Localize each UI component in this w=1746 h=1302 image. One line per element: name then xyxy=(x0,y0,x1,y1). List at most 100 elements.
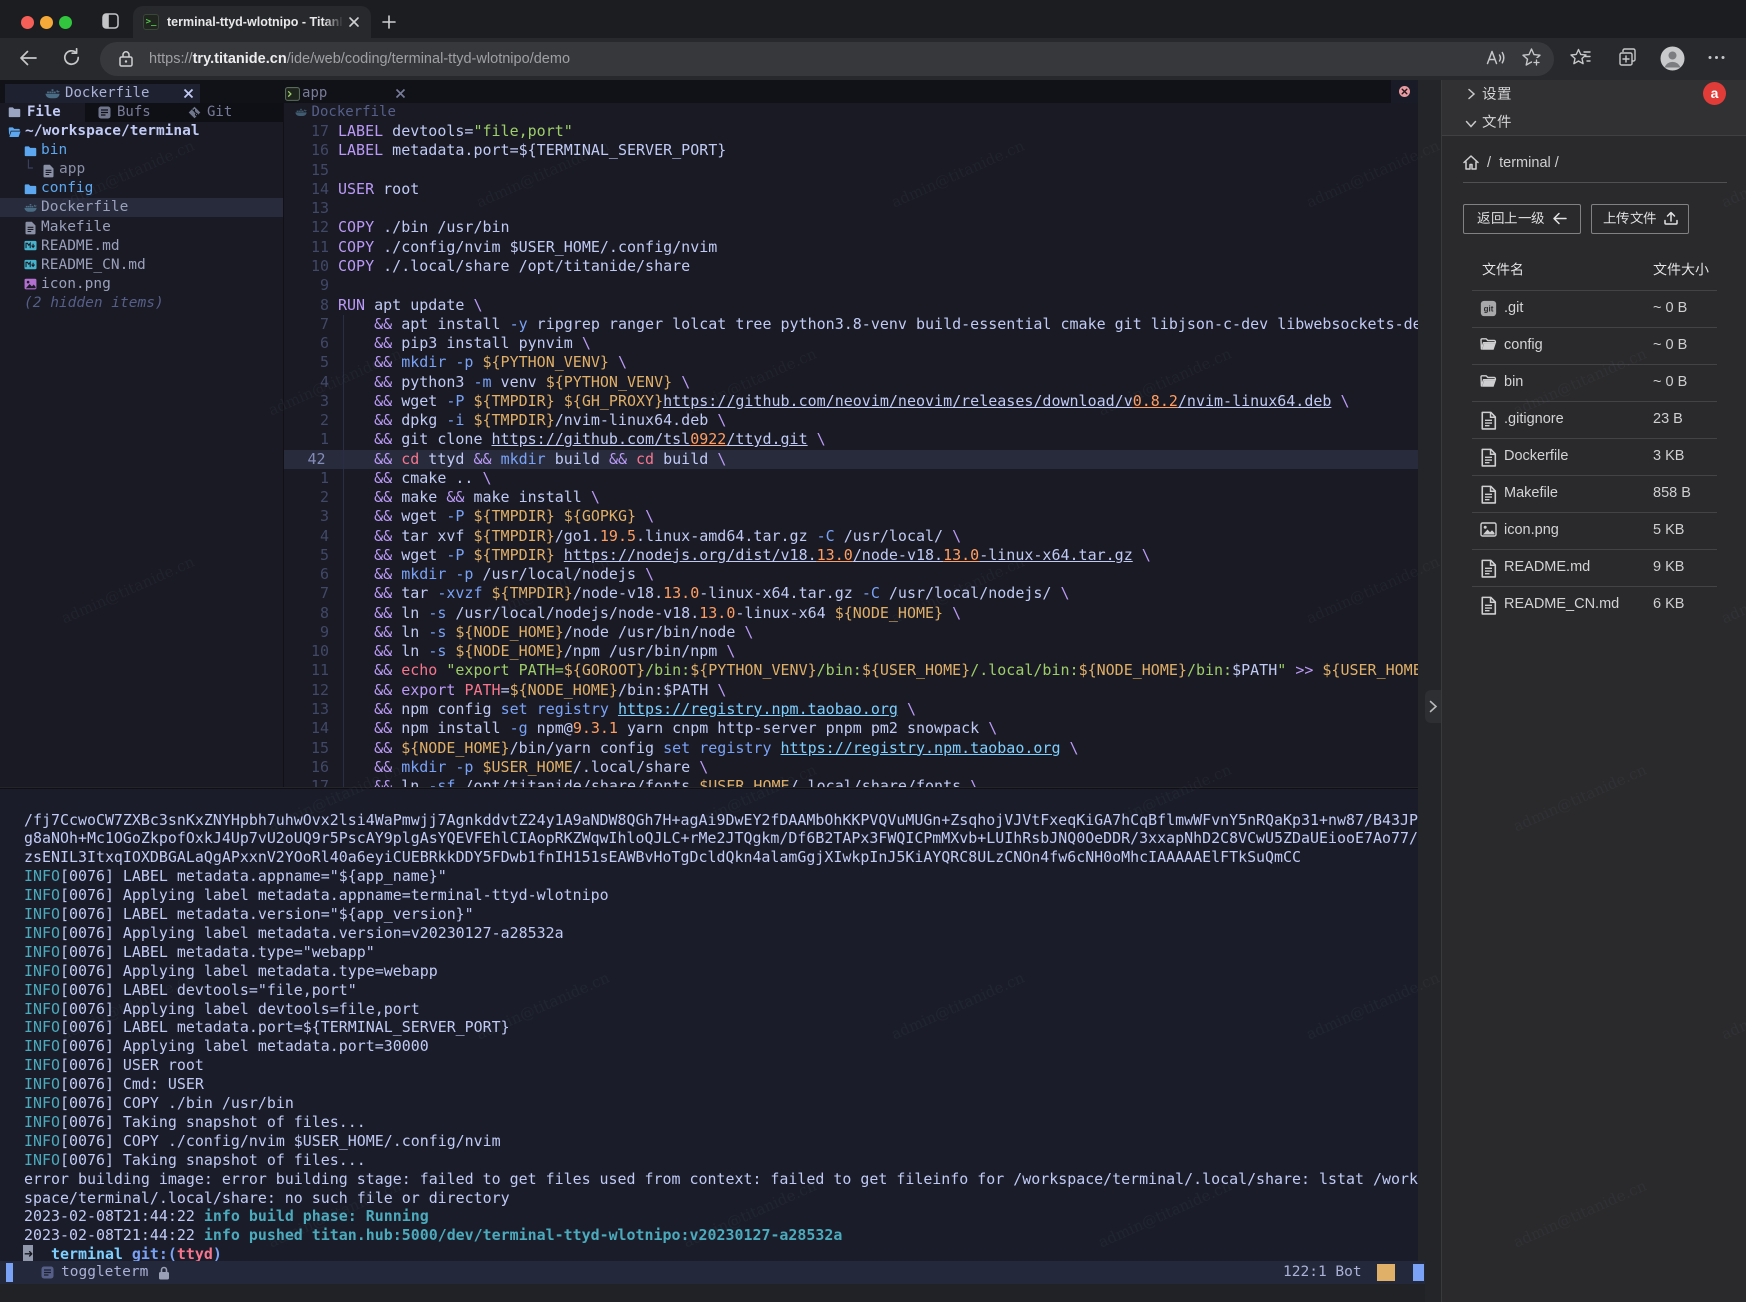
tab-close-icon[interactable] xyxy=(347,15,361,29)
line-number: 5 xyxy=(284,353,329,372)
code-line: 11 && echo "export PATH=${GOROOT}/bin:${… xyxy=(284,661,1418,680)
code-line: 14 && npm install -g npm@9.3.1 yarn cnpm… xyxy=(284,719,1418,738)
add-favorite-icon[interactable] xyxy=(1521,47,1542,68)
buffer-icon xyxy=(41,1266,54,1279)
code-text: && python3 -m venv ${PYTHON_VENV} \ xyxy=(338,373,690,392)
terminal-line: INFO[0076] LABEL metadata.port=${TERMINA… xyxy=(24,1018,1418,1037)
line-number: 12 xyxy=(284,218,329,237)
code-editor[interactable]: Dockerfile 17LABEL devtools="file,port"1… xyxy=(283,103,1418,787)
read-aloud-icon[interactable] xyxy=(1485,47,1506,68)
line-number: 14 xyxy=(284,180,329,199)
code-line: 4 && python3 -m venv ${PYTHON_VENV} \ xyxy=(284,373,1418,392)
reload-button[interactable] xyxy=(62,48,81,67)
line-number: 5 xyxy=(284,546,329,565)
tree-item-bin[interactable]: bin xyxy=(0,141,283,160)
terminal-line: INFO[0076] COPY ./config/nvim $USER_HOME… xyxy=(24,1132,1418,1151)
chevron-down-icon xyxy=(1465,118,1477,130)
code-line: 11COPY ./config/nvim $USER_HOME/.config/… xyxy=(284,238,1418,257)
tree-item--2-hidden-items-[interactable]: (2 hidden items) xyxy=(0,294,283,313)
window-close-button[interactable] xyxy=(21,16,34,29)
docker-icon xyxy=(45,87,60,101)
code-text: && ln -sf /opt/titanide/share/fonts $USE… xyxy=(338,777,979,787)
file-row-readme.md[interactable]: README.md9 KB xyxy=(1442,549,1746,586)
file-row-readme_cn.md[interactable]: README_CN.md6 KB xyxy=(1442,586,1746,623)
breadcrumb-dir[interactable]: terminal xyxy=(1499,155,1551,171)
lock-icon[interactable] xyxy=(118,50,134,67)
code-text: && ln -s ${NODE_HOME}/npm /usr/bin/npm \ xyxy=(338,642,735,661)
file-explorer: FileBufsGit ~/workspace/terminalbin└appc… xyxy=(0,103,283,787)
statusline-block-yellow xyxy=(1377,1264,1395,1281)
terminal-panel[interactable]: /fj7CcwoCW7ZXBc3snKxZNYHpbh7uhwOvx2lsi4W… xyxy=(0,788,1418,1261)
file-row-icon.png[interactable]: icon.png5 KB xyxy=(1442,512,1746,549)
file-row-makefile[interactable]: Makefile858 B xyxy=(1442,475,1746,512)
settings-menu-icon[interactable] xyxy=(1706,47,1727,68)
go-up-button[interactable] xyxy=(1463,204,1581,234)
url-text: https://try.titanide.cn/ide/web/coding/t… xyxy=(149,50,570,68)
terminal-line: INFO[0076] Cmd: USER xyxy=(24,1075,1418,1094)
file-row-dockerfile[interactable]: Dockerfile3 KB xyxy=(1442,438,1746,475)
favorites-icon[interactable] xyxy=(1570,47,1591,68)
line-number: 4 xyxy=(284,373,329,392)
address-bar[interactable]: https://try.titanide.cn/ide/web/coding/t… xyxy=(100,42,1554,76)
close-circle-icon[interactable] xyxy=(1399,86,1410,97)
terminal-line: zsENIL3ItxqIOXDBGALaQgAPxxnV2YOoRl40a6ey… xyxy=(24,848,1418,867)
file-row-config[interactable]: config~ 0 B xyxy=(1442,327,1746,364)
file-icon xyxy=(1480,596,1497,613)
sidebar-tab-file[interactable]: File xyxy=(0,103,85,122)
tree-item-readme_cn.md[interactable]: README_CN.md xyxy=(0,256,283,275)
sidebar-source-selector: FileBufsGit xyxy=(0,103,283,122)
user-badge[interactable]: a xyxy=(1703,82,1726,105)
terminal-line: INFO[0076] Taking snapshot of files... xyxy=(24,1113,1418,1132)
line-number: 14 xyxy=(284,719,329,738)
sidebar-tab-bufs[interactable]: Bufs xyxy=(85,103,175,122)
code-line: 10COPY ./.local/share /opt/titanide/shar… xyxy=(284,257,1418,276)
panel-collapse-handle[interactable] xyxy=(1425,690,1441,723)
code-line: 17LABEL devtools="file,port" xyxy=(284,122,1418,141)
upload-file-button[interactable] xyxy=(1591,204,1689,234)
code-text: && wget -P ${TMPDIR} ${GH_PROXY}https://… xyxy=(338,392,1349,411)
tab-overview-icon[interactable] xyxy=(102,13,119,29)
tree-item-readme.md[interactable]: README.md xyxy=(0,237,283,256)
home-icon[interactable] xyxy=(1463,155,1479,170)
editor-tab-app[interactable]: app xyxy=(275,84,412,103)
window-zoom-button[interactable] xyxy=(59,16,72,29)
statusline: toggleterm 122:1 Bot xyxy=(0,1261,1425,1284)
tab-close-icon[interactable] xyxy=(395,88,406,99)
file-row-.git[interactable]: git.git~ 0 B xyxy=(1442,290,1746,327)
profile-avatar[interactable] xyxy=(1660,46,1685,71)
ide-close-area xyxy=(1391,80,1418,103)
tree-item-app[interactable]: └app xyxy=(0,160,283,179)
tree-item-dockerfile[interactable]: Dockerfile xyxy=(0,198,283,217)
tree-item-icon.png[interactable]: icon.png xyxy=(0,275,283,294)
chevron-right-icon xyxy=(1465,88,1477,100)
code-text: && export PATH=${NODE_HOME}/bin:$PATH \ xyxy=(338,681,726,700)
sidebar-tab-git[interactable]: Git xyxy=(175,103,274,122)
collections-icon[interactable] xyxy=(1617,47,1638,68)
folder-icon xyxy=(1480,374,1497,391)
code-line: 6 && mkdir -p /usr/local/nodejs \ xyxy=(284,565,1418,584)
editor-tab-dockerfile[interactable]: Dockerfile xyxy=(5,84,200,103)
git-icon: git xyxy=(1480,300,1497,317)
folder-icon xyxy=(24,183,37,196)
list-icon xyxy=(98,106,111,119)
code-text: && mkdir -p /usr/local/nodejs \ xyxy=(338,565,654,584)
browser-tab[interactable]: >_ terminal-ttyd-wlotnipo - TitanI xyxy=(133,6,371,38)
new-tab-button[interactable] xyxy=(382,15,396,29)
line-number: 9 xyxy=(284,276,329,295)
code-text: && ${NODE_HOME}/bin/yarn config set regi… xyxy=(338,739,1079,758)
code-text: && git clone https://github.com/tsl0922/… xyxy=(338,430,826,449)
tree-item--workspace-terminal[interactable]: ~/workspace/terminal xyxy=(0,122,283,141)
line-number: 2 xyxy=(284,411,329,430)
tree-item-config[interactable]: config xyxy=(0,179,283,198)
back-button[interactable] xyxy=(18,48,38,68)
code-text: USER root xyxy=(338,180,419,199)
line-number: 9 xyxy=(284,623,329,642)
tab-close-icon[interactable] xyxy=(183,88,194,99)
file-row-bin[interactable]: bin~ 0 B xyxy=(1442,364,1746,401)
file-icon xyxy=(1480,485,1497,502)
code-text: && npm install -g npm@9.3.1 yarn cnpm ht… xyxy=(338,719,997,738)
tree-item-makefile[interactable]: Makefile xyxy=(0,218,283,237)
file-row-.gitignore[interactable]: .gitignore23 B xyxy=(1442,401,1746,438)
right-panel: / terminal / git.git~ 0 Bconfig~ 0 Bbin~… xyxy=(1441,80,1746,1302)
window-minimize-button[interactable] xyxy=(40,16,53,29)
